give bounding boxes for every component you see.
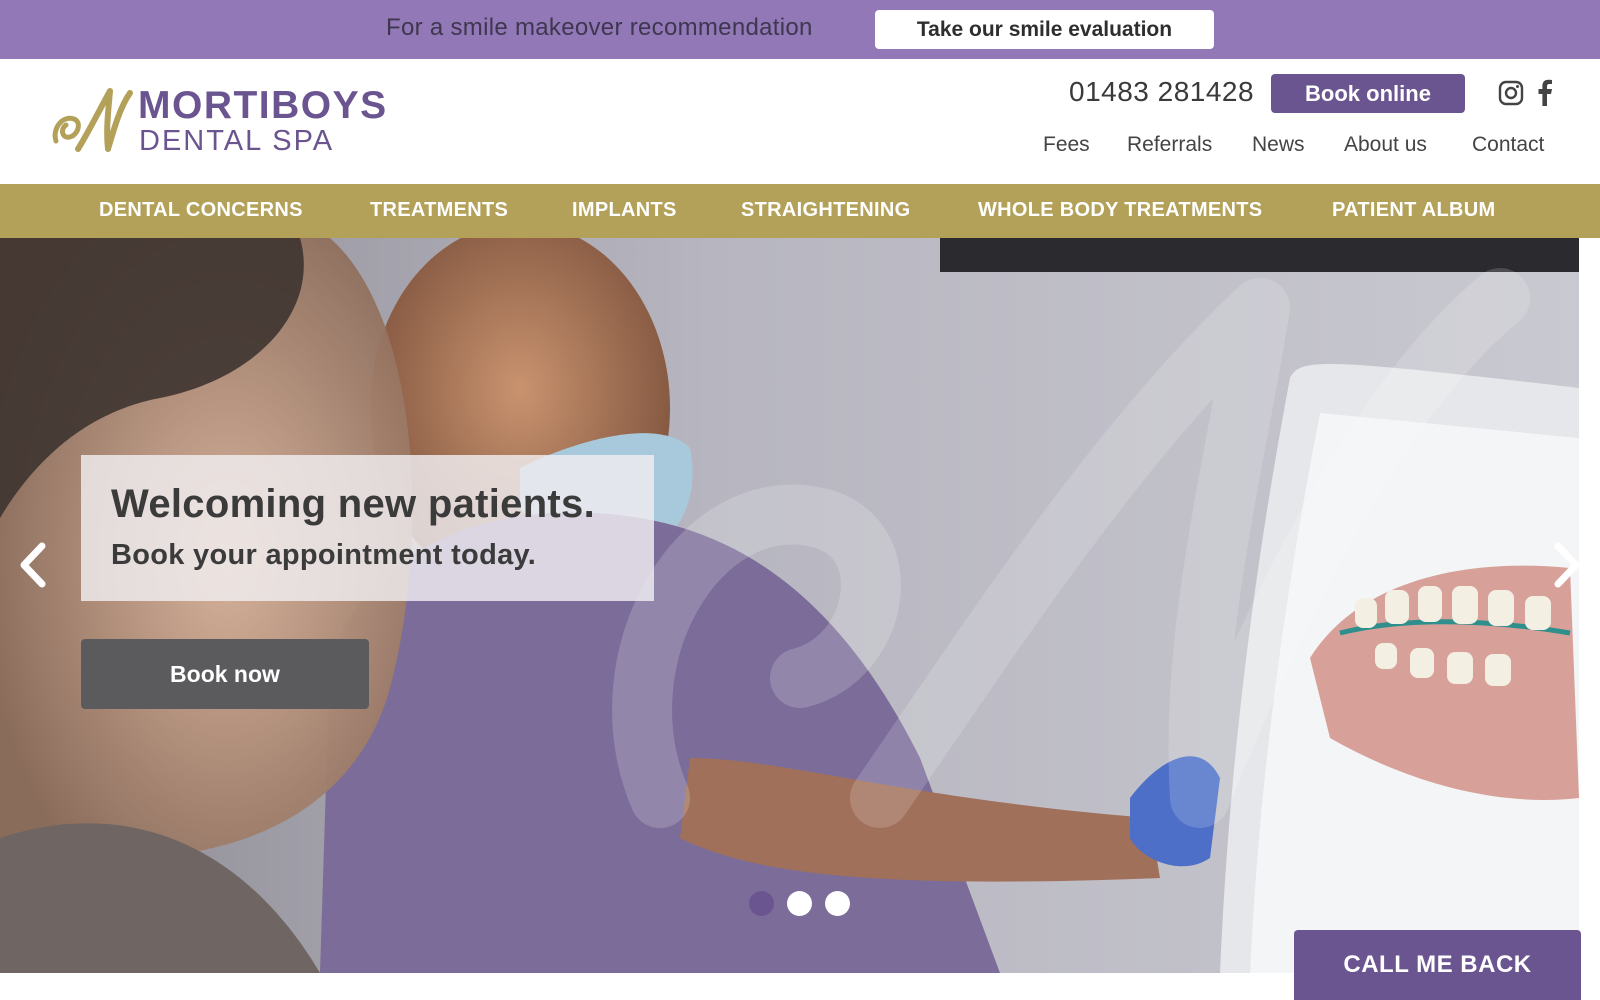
nav-about-us[interactable]: About us xyxy=(1344,133,1427,157)
nav-implants[interactable]: IMPLANTS xyxy=(572,199,677,222)
nav-fees[interactable]: Fees xyxy=(1043,133,1090,157)
chevron-right-icon[interactable] xyxy=(1550,540,1579,590)
hero-subtitle: Book your appointment today. xyxy=(111,539,537,571)
nav-contact[interactable]: Contact xyxy=(1472,133,1544,157)
nav-treatments[interactable]: TREATMENTS xyxy=(370,199,508,222)
phone-number[interactable]: 01483 281428 xyxy=(1069,76,1254,108)
promo-text: For a smile makeover recommendation xyxy=(386,14,813,41)
book-online-button[interactable]: Book online xyxy=(1271,74,1465,113)
smile-evaluation-button[interactable]: Take our smile evaluation xyxy=(875,10,1214,49)
logo-name: MORTIBOYS xyxy=(138,84,388,127)
hero-slider: Welcoming new patients. Book your appoin… xyxy=(0,238,1579,973)
instagram-icon[interactable] xyxy=(1498,79,1524,107)
promo-bar: For a smile makeover recommendation Take… xyxy=(0,0,1600,59)
slide-dot-1[interactable] xyxy=(749,891,774,916)
hero-title: Welcoming new patients. xyxy=(111,482,596,526)
facebook-icon[interactable] xyxy=(1532,79,1558,107)
nav-patient-album[interactable]: PATIENT ALBUM xyxy=(1332,199,1496,222)
nav-whole-body-treatments[interactable]: WHOLE BODY TREATMENTS xyxy=(978,199,1262,222)
page-scrollbar-track xyxy=(1579,238,1600,1000)
nav-straightening[interactable]: STRAIGHTENING xyxy=(741,199,910,222)
site-header: MORTIBOYS DENTAL SPA 01483 281428 Book o… xyxy=(0,59,1600,184)
nav-referrals[interactable]: Referrals xyxy=(1127,133,1212,157)
nav-news[interactable]: News xyxy=(1252,133,1305,157)
chevron-left-icon[interactable] xyxy=(14,540,50,590)
hero-caption: Welcoming new patients. Book your appoin… xyxy=(81,455,654,601)
call-me-back-button[interactable]: CALL ME BACK xyxy=(1294,930,1581,1000)
slide-dot-3[interactable] xyxy=(825,891,850,916)
hero-photo xyxy=(0,238,1579,973)
book-now-button[interactable]: Book now xyxy=(81,639,369,709)
slide-dot-2[interactable] xyxy=(787,891,812,916)
nav-dental-concerns[interactable]: DENTAL CONCERNS xyxy=(99,199,303,222)
utility-nav: Fees Referrals News About us Contact xyxy=(0,133,1600,163)
main-nav: DENTAL CONCERNS TREATMENTS IMPLANTS STRA… xyxy=(0,184,1600,238)
